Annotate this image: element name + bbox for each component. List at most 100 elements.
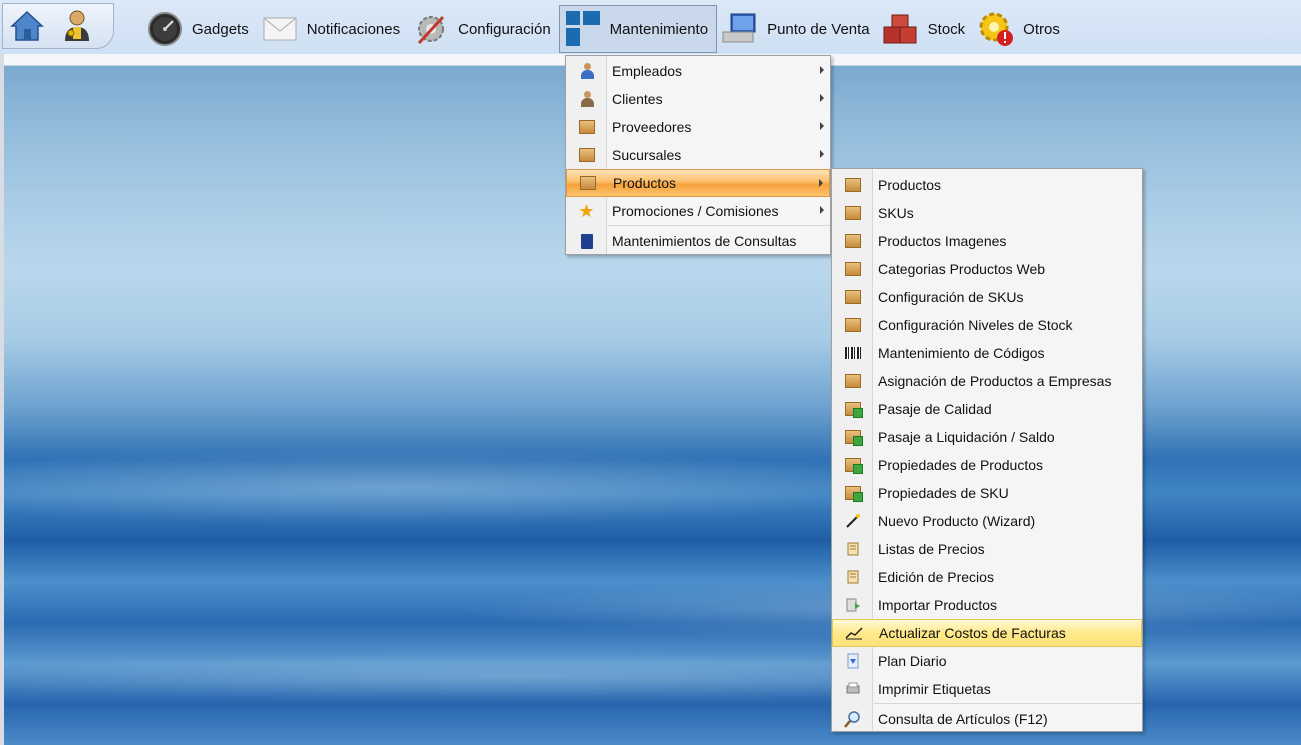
home-icon[interactable]: [9, 8, 45, 44]
price-list-icon: [832, 563, 873, 591]
bricks-icon: [882, 10, 920, 48]
submenu-arrow-icon: [820, 206, 824, 214]
menu-punto-de-venta[interactable]: Punto de Venta: [717, 5, 878, 53]
product-box-icon: [832, 227, 873, 255]
submenu-item-7[interactable]: Mantenimiento de Códigos: [832, 339, 1142, 367]
branches-icon: [566, 141, 607, 169]
user-key-icon[interactable]: [59, 8, 95, 44]
barcode-icon: [832, 339, 873, 367]
price-list-icon: [832, 535, 873, 563]
submenu-item-label: Productos: [878, 177, 942, 193]
menu-item-label: Proveedores: [612, 119, 692, 135]
menu-stock-label: Stock: [927, 20, 966, 38]
menu-item-mantenimientos-consultas[interactable]: Mantenimientos de Consultas: [566, 227, 830, 255]
product-box-icon: [832, 199, 873, 227]
submenu-item-9[interactable]: Pasaje de Calidad: [832, 395, 1142, 423]
submenu-item-label: Consulta de Artículos (F12): [878, 711, 1048, 727]
menu-item-proveedores[interactable]: Proveedores: [566, 113, 830, 141]
mantenimiento-dropdown: Empleados Clientes Proveedores Sucursale…: [565, 55, 831, 255]
submenu-item-label: Actualizar Costos de Facturas: [879, 625, 1066, 641]
submenu-item-11[interactable]: Propiedades de Productos: [832, 451, 1142, 479]
chart-update-icon: [833, 619, 874, 647]
submenu-item-10[interactable]: Pasaje a Liquidación / Saldo: [832, 423, 1142, 451]
main-menu-bar: Gadgets Notificaciones Configuración Man…: [142, 4, 1068, 54]
menu-configuracion[interactable]: Configuración: [408, 5, 559, 53]
submenu-item-1[interactable]: Productos: [832, 171, 1142, 199]
box-tool-icon: [832, 311, 873, 339]
stacked-boxes-icon: [832, 367, 873, 395]
product-box-icon: [832, 255, 873, 283]
box-green-icon: [832, 423, 873, 451]
window-left-edge: [0, 54, 4, 745]
submenu-item-label: Nuevo Producto (Wizard): [878, 513, 1036, 529]
menu-notificaciones-label: Notificaciones: [306, 20, 401, 38]
document-icon: [566, 227, 607, 255]
submenu-item-5[interactable]: Configuración de SKUs: [832, 283, 1142, 311]
client-icon: [566, 85, 607, 113]
menu-item-label: Sucursales: [612, 147, 682, 163]
pos-terminal-icon: [721, 10, 759, 48]
submenu-item-19[interactable]: Imprimir Etiquetas: [832, 675, 1142, 703]
box-green-icon: [832, 395, 873, 423]
submenu-arrow-icon: [820, 150, 824, 158]
productos-submenu: Productos SKUs Productos Imagenes Categoria…: [831, 168, 1143, 732]
menu-item-sucursales[interactable]: Sucursales: [566, 141, 830, 169]
menu-item-label: Mantenimientos de Consultas: [612, 233, 797, 249]
download-arrow-icon: [832, 647, 873, 675]
menu-gadgets-label: Gadgets: [192, 20, 249, 38]
submenu-item-3[interactable]: Productos Imagenes: [832, 227, 1142, 255]
menu-gadgets[interactable]: Gadgets: [142, 5, 257, 53]
menu-otros-label: Otros: [1023, 20, 1060, 38]
submenu-item-14[interactable]: Listas de Precios: [832, 535, 1142, 563]
submenu-item-label: Plan Diario: [878, 653, 947, 669]
submenu-item-label: Pasaje de Calidad: [878, 401, 992, 417]
magic-wand-icon: [832, 507, 873, 535]
menu-otros[interactable]: Otros: [973, 5, 1068, 53]
menu-item-label: Empleados: [612, 63, 683, 79]
menu-item-empleados[interactable]: Empleados: [566, 57, 830, 85]
submenu-item-label: Configuración de SKUs: [878, 289, 1024, 305]
submenu-item-label: Configuración Niveles de Stock: [878, 317, 1073, 333]
menu-item-promociones[interactable]: ★ Promociones / Comisiones: [566, 197, 830, 225]
menu-item-label: Clientes: [612, 91, 663, 107]
supplier-icon: [566, 113, 607, 141]
submenu-item-6[interactable]: Configuración Niveles de Stock: [832, 311, 1142, 339]
submenu-arrow-icon: [820, 122, 824, 130]
submenu-item-13[interactable]: Nuevo Producto (Wizard): [832, 507, 1142, 535]
menu-mantenimiento-label: Mantenimiento: [609, 20, 709, 38]
submenu-item-18[interactable]: Plan Diario: [832, 647, 1142, 675]
submenu-item-label: Importar Productos: [878, 597, 998, 613]
menu-notificaciones[interactable]: Notificaciones: [257, 5, 408, 53]
menu-mantenimiento[interactable]: Mantenimiento: [558, 5, 718, 53]
product-box-icon: [832, 171, 873, 199]
star-icon: ★: [578, 201, 595, 221]
submenu-item-label: Productos Imagenes: [878, 233, 1007, 249]
menu-item-label: Productos: [613, 175, 677, 191]
submenu-arrow-icon: [820, 94, 824, 102]
menu-item-productos[interactable]: Productos: [566, 169, 830, 197]
submenu-item-label: Listas de Precios: [878, 541, 985, 557]
submenu-item-16[interactable]: Importar Productos: [832, 591, 1142, 619]
envelope-icon: [261, 10, 299, 48]
menu-punto-de-venta-label: Punto de Venta: [767, 20, 870, 38]
submenu-item-20[interactable]: Consulta de Artículos (F12): [832, 705, 1142, 733]
menu-stock[interactable]: Stock: [878, 5, 974, 53]
wrench-gear-icon: [412, 10, 450, 48]
submenu-item-12[interactable]: Propiedades de SKU: [832, 479, 1142, 507]
submenu-item-4[interactable]: Categorias Productos Web: [832, 255, 1142, 283]
gauge-icon: [146, 10, 184, 48]
submenu-item-label: SKUs: [878, 205, 914, 221]
quick-access-panel: [2, 3, 114, 49]
main-toolbar: Gadgets Notificaciones Configuración Man…: [0, 0, 1301, 54]
menu-item-clientes[interactable]: Clientes: [566, 85, 830, 113]
submenu-arrow-icon: [820, 66, 824, 74]
submenu-item-8[interactable]: Asignación de Productos a Empresas: [832, 367, 1142, 395]
submenu-item-17[interactable]: Actualizar Costos de Facturas: [832, 619, 1142, 647]
import-icon: [832, 591, 873, 619]
submenu-item-label: Propiedades de SKU: [878, 485, 1009, 501]
submenu-item-label: Mantenimiento de Códigos: [878, 345, 1045, 361]
submenu-arrow-icon: [819, 179, 823, 187]
submenu-item-15[interactable]: Edición de Precios: [832, 563, 1142, 591]
submenu-item-2[interactable]: SKUs: [832, 199, 1142, 227]
submenu-item-label: Propiedades de Productos: [878, 457, 1043, 473]
